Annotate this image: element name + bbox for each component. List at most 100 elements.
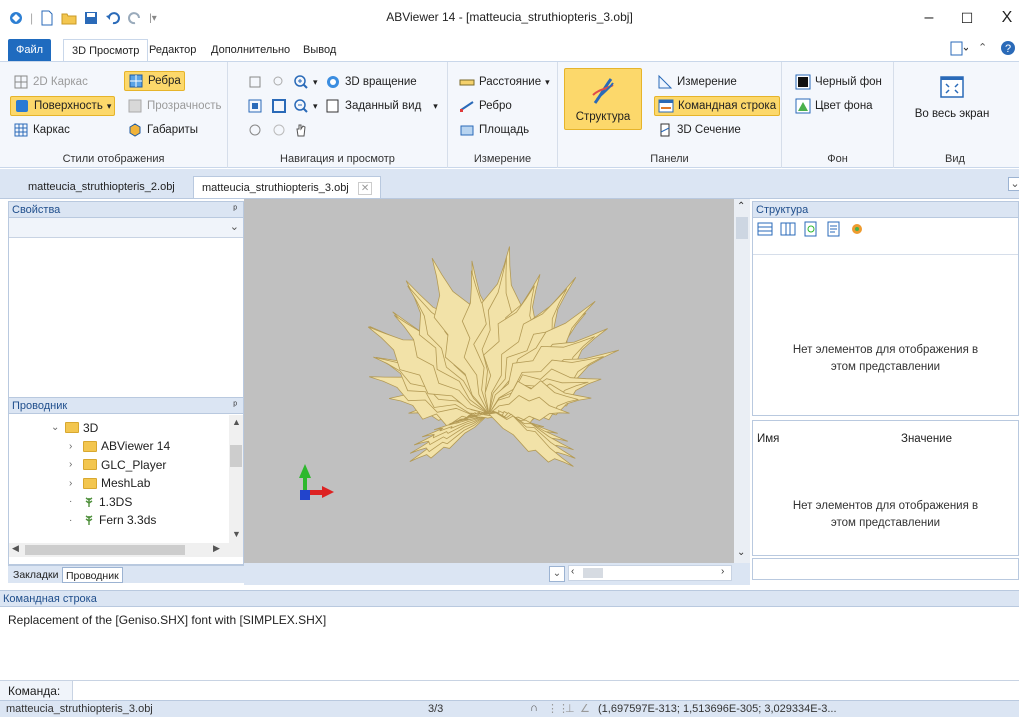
viewport-vscrollbar[interactable]: ⌃ ⌄ [734,199,750,563]
properties-object-select[interactable]: ⌄ [9,218,243,238]
scroll-thumb[interactable] [583,568,603,578]
collapse-icon[interactable]: › [69,459,79,470]
folder-icon [65,422,79,433]
tab-editor[interactable]: Редактор [141,39,204,61]
tree-item[interactable]: ⌄ 3D [51,419,98,436]
tree-item-label: MeshLab [101,476,151,490]
zoom-realtime-button[interactable] [268,120,290,140]
section-3d-button[interactable]: 3D Сечение [654,120,744,140]
snap-icon[interactable]: ∩ [530,702,538,714]
help-icon[interactable]: ? [1000,40,1016,56]
zoom-in-button[interactable]: ▾ [290,72,321,92]
background-color-button[interactable]: Цвет фона [792,96,876,116]
viewport-hscrollbar[interactable]: ‹ › [568,565,732,581]
group-label: Навигация и просмотр [280,153,395,165]
divider [753,254,1018,255]
scroll-up-icon[interactable]: ▲ [232,417,241,427]
scroll-thumb[interactable] [230,445,242,467]
tab-output[interactable]: Вывод [295,39,344,61]
zoom-window-button[interactable] [268,72,290,92]
command-line-panel-button[interactable]: Командная строка [654,96,781,116]
column-header-value[interactable]: Значение [901,433,952,445]
dna-structure-icon [592,78,614,104]
scroll-down-icon[interactable]: ▼ [232,529,241,539]
settings-icon[interactable] [849,221,865,237]
ribbon: 2D Каркас Ребра Поверхность ▾ Прозрачнос… [0,61,1019,168]
collapse-ribbon-icon[interactable]: ⌃ [978,41,987,54]
tab-explorer[interactable]: Проводник [62,567,123,583]
expand-icon[interactable]: ⌄ [51,422,61,433]
scroll-down-icon[interactable]: ⌄ [737,547,745,558]
tab-3d-view[interactable]: 3D Просмотр [63,39,149,61]
tab-list-icon[interactable]: ⌄ [1008,177,1019,191]
black-background-button[interactable]: Черный фон [792,72,885,92]
chevron-down-icon: ⌄ [229,221,239,233]
maximize-button[interactable]: ☐ [952,6,982,30]
zoom-extents-button[interactable] [268,96,290,116]
scroll-right-icon[interactable]: ▶ [213,543,220,554]
scroll-thumb[interactable] [736,217,748,239]
black-background-icon [795,74,811,90]
layout-tabs-icon[interactable]: ⌄ [549,566,565,582]
bounding-box-button[interactable]: Габариты [124,120,201,140]
hand-pan-button[interactable] [290,120,312,140]
minimize-button[interactable]: – [914,6,944,30]
tree-item-label: 3D [83,420,99,435]
preset-view-button[interactable]: Заданный вид ▾ [322,96,441,116]
tree-item[interactable]: › MeshLab [69,475,150,492]
tab-file[interactable]: Файл [8,39,52,61]
tab-advanced[interactable]: Дополнительно [203,39,298,61]
pan-view-button[interactable] [244,72,266,92]
close-tab-icon[interactable]: ✕ [357,182,373,195]
command-input[interactable] [72,681,1019,701]
pin-icon[interactable]: ᵖ [233,398,237,414]
wireframe-2d-button[interactable]: 2D Каркас [10,72,91,92]
doc-tab-file-2[interactable]: matteucia_struthiopteris_2.obj [20,176,183,198]
tab-bookmarks[interactable]: Закладки [10,567,61,583]
group-label: Измерение [473,153,532,165]
scroll-left-icon[interactable]: ‹ [571,566,574,577]
chevron-down-icon: ▾ [545,76,550,87]
tree-item[interactable]: › ABViewer 14 [69,438,170,455]
property-input-field[interactable] [752,558,1019,580]
transparency-button[interactable]: Прозрачность [124,96,225,116]
scroll-up-icon[interactable]: ⌃ [737,201,745,212]
close-button[interactable]: X [992,6,1019,30]
distance-button[interactable]: Расстояние ▾ [456,72,553,92]
tree-item[interactable]: · 1.3DS [69,493,132,510]
style-menu-icon[interactable] [950,41,968,57]
tree-hscrollbar[interactable]: ◀ ▶ [9,543,243,557]
zoom-out-button[interactable]: ▾ [290,96,321,116]
tree-vscrollbar[interactable]: ▲ ▼ [229,415,243,543]
scroll-left-icon[interactable]: ◀ [12,543,19,554]
fullscreen-button[interactable]: Во весь экран [904,74,1000,120]
tree-item[interactable]: · Fern 3.3ds [69,512,156,529]
orbit-button[interactable] [244,120,266,140]
refresh-icon[interactable] [803,221,819,237]
collapse-icon[interactable]: › [69,441,79,452]
scroll-thumb[interactable] [25,545,185,555]
pin-icon[interactable]: ᵖ [233,202,237,218]
polar-icon[interactable]: ∠ [580,702,590,715]
surface-button[interactable]: Поверхность ▾ [10,96,116,116]
tree-item[interactable]: › GLC_Player [69,456,166,473]
structure-button[interactable]: Структура [564,68,642,130]
scroll-right-icon[interactable]: › [721,566,724,577]
fit-view-button[interactable] [244,96,266,116]
area-button[interactable]: Площадь [456,120,532,140]
doc-tab-file-3[interactable]: matteucia_struthiopteris_3.obj ✕ [193,176,382,198]
edge-measure-button[interactable]: Ребро [456,96,515,116]
preset-view-icon [326,99,339,113]
3d-viewport[interactable] [244,199,734,563]
properties-icon[interactable] [826,221,842,237]
ruler-icon [459,79,475,86]
column-header-name[interactable]: Имя [757,433,779,445]
wireframe-button[interactable]: Каркас [10,120,73,140]
column-view-icon[interactable] [780,221,796,237]
edges-button[interactable]: Ребра [124,71,185,91]
ortho-icon[interactable]: ⊥ [565,702,575,715]
measurement-panel-button[interactable]: Измерение [654,72,740,92]
rotate-3d-button[interactable]: 3D вращение [322,72,420,92]
list-view-icon[interactable] [757,221,773,237]
collapse-icon[interactable]: › [69,478,79,489]
